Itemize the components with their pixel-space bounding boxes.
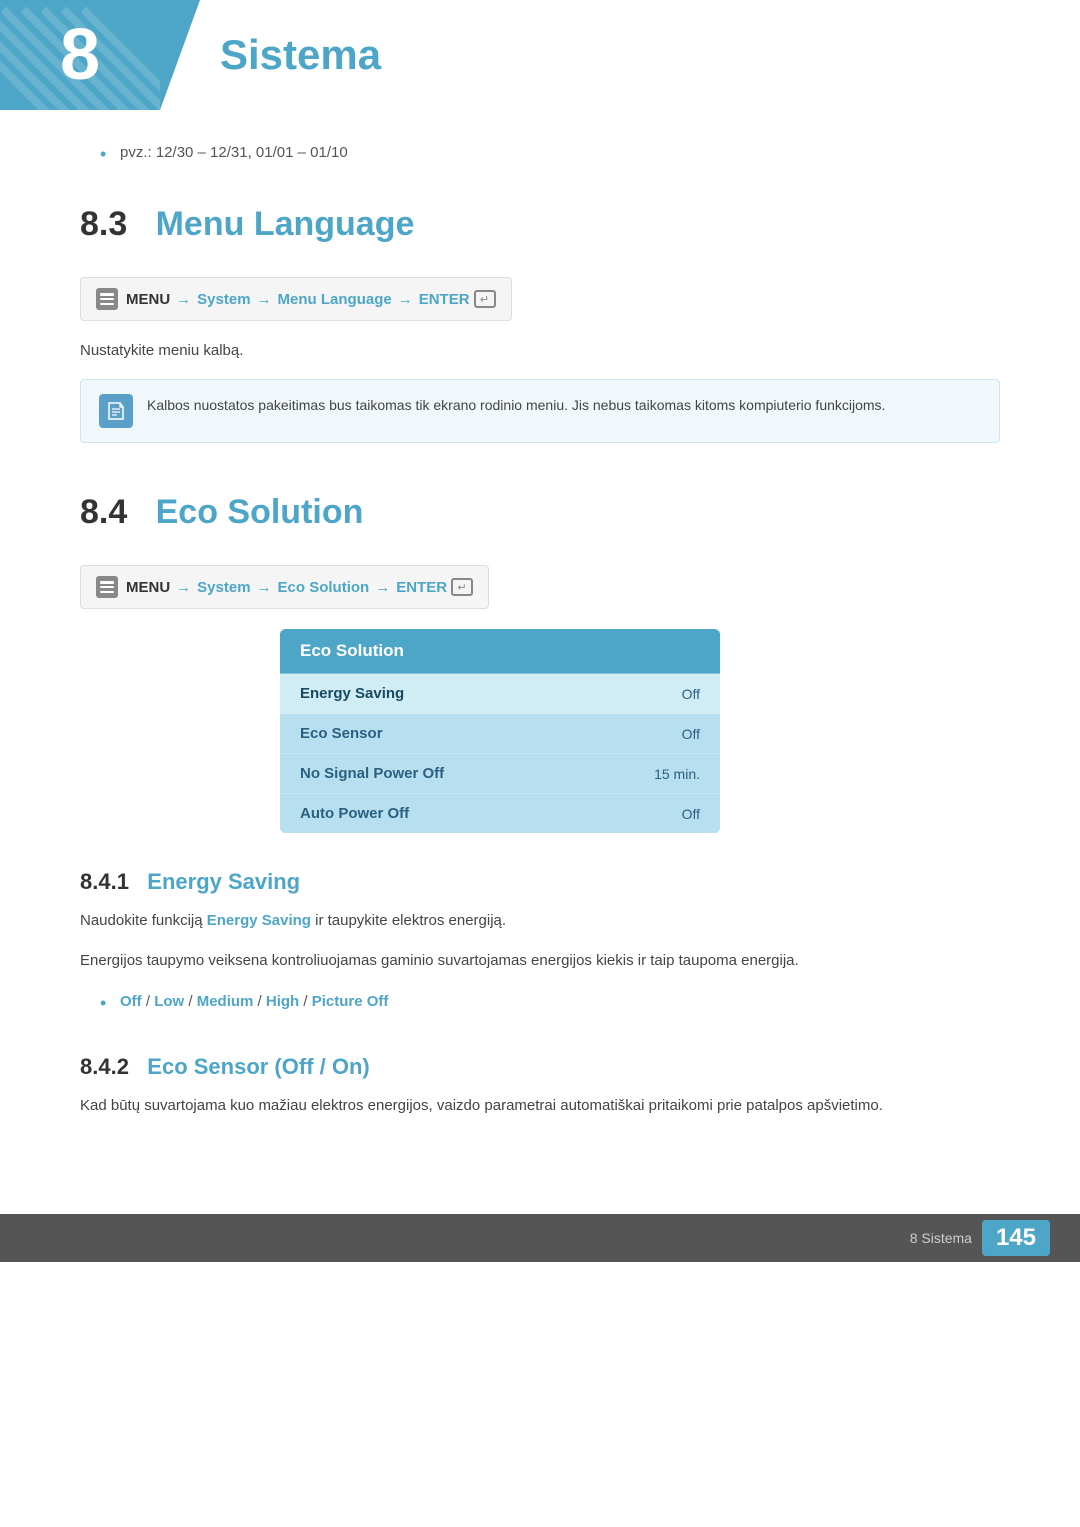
- eco-menu-title: Eco Solution: [280, 629, 720, 674]
- separator-3: /: [258, 993, 266, 1010]
- high-option: High: [266, 993, 299, 1010]
- eco-item-value-1: Off: [682, 726, 700, 742]
- enter-icon-83: ↵: [474, 290, 496, 308]
- subsection-841-body1: Naudokite funkciją Energy Saving ir taup…: [80, 909, 1000, 933]
- eco-item-label-2: No Signal Power Off: [300, 765, 444, 782]
- note-icon-83: [99, 394, 133, 428]
- eco-menu-item-eco-sensor[interactable]: Eco Sensor Off: [280, 714, 720, 754]
- eco-item-value-3: Off: [682, 806, 700, 822]
- eco-menu-box: Eco Solution Energy Saving Off Eco Senso…: [280, 629, 720, 833]
- note-box-83: Kalbos nuostatos pakeitimas bus taikomas…: [80, 379, 1000, 443]
- section-83-header: 8.3 Menu Language: [80, 205, 1000, 252]
- breadcrumb-enter-label-84: ENTER: [396, 579, 447, 596]
- page-wrapper: 8 Sistema pvz.: 12/30 – 12/31, 01/01 – 0…: [0, 0, 1080, 1527]
- eco-menu-item-no-signal[interactable]: No Signal Power Off 15 min.: [280, 754, 720, 794]
- breadcrumb-system-84: System: [197, 579, 250, 596]
- breadcrumb-enter-label-83: ENTER: [419, 291, 470, 308]
- intro-bullet-item: pvz.: 12/30 – 12/31, 01/01 – 01/10: [100, 140, 1000, 165]
- separator-4: /: [303, 993, 311, 1010]
- subsection-841-title: Energy Saving: [147, 869, 300, 894]
- section-83-number: 8.3: [80, 205, 127, 243]
- subsection-842-number: 8.4.2: [80, 1054, 129, 1079]
- low-option: Low: [154, 993, 184, 1010]
- enter-icon-84: ↵: [451, 578, 473, 596]
- footer-page-number: 145: [982, 1220, 1050, 1256]
- section-84-number: 8.4: [80, 493, 127, 531]
- chapter-title: Sistema: [220, 31, 381, 79]
- breadcrumb-arrow1-83: →: [176, 291, 191, 308]
- section-84-title: Eco Solution: [156, 493, 364, 531]
- separator-1: /: [146, 993, 154, 1010]
- page-header: 8 Sistema: [0, 0, 1080, 110]
- subsection-842-body: Kad būtų suvartojama kuo mažiau elektros…: [80, 1094, 1000, 1118]
- subsection-841-number: 8.4.1: [80, 869, 129, 894]
- subsection-842-header: 8.4.2 Eco Sensor (Off / On): [80, 1054, 1000, 1080]
- eco-item-value-0: Off: [682, 686, 700, 702]
- breadcrumb-item-83: Menu Language: [278, 291, 392, 308]
- main-content: pvz.: 12/30 – 12/31, 01/01 – 01/10 8.3 M…: [0, 110, 1080, 1214]
- eco-item-value-2: 15 min.: [654, 766, 700, 782]
- picture-off-option: Picture Off: [312, 993, 389, 1010]
- intro-list: pvz.: 12/30 – 12/31, 01/01 – 01/10: [100, 140, 1000, 165]
- breadcrumb-menu-83: MENU: [126, 291, 170, 308]
- breadcrumb-system-83: System: [197, 291, 250, 308]
- subsection-841-list: Off / Low / Medium / High / Picture Off: [100, 989, 1000, 1014]
- breadcrumb-arrow1-84: →: [176, 579, 191, 596]
- subsection-841-header: 8.4.1 Energy Saving: [80, 869, 1000, 895]
- subsection-841-body2: Energijos taupymo veiksena kontroliuojam…: [80, 949, 1000, 973]
- breadcrumb-item-84: Eco Solution: [278, 579, 370, 596]
- breadcrumb-arrow3-84: →: [375, 579, 390, 596]
- medium-option: Medium: [197, 993, 254, 1010]
- eco-item-label-0: Energy Saving: [300, 685, 404, 702]
- energy-saving-highlight: Energy Saving: [207, 912, 311, 929]
- section-84-header: 8.4 Eco Solution: [80, 493, 1000, 540]
- off-option: Off: [120, 993, 142, 1010]
- note-text-83: Kalbos nuostatos pakeitimas bus taikomas…: [147, 394, 885, 416]
- menu-icon-83: [96, 288, 118, 310]
- breadcrumb-arrow2-83: →: [257, 291, 272, 308]
- subsection-842-title: Eco Sensor (Off / On): [147, 1054, 369, 1079]
- subsection-841-bullet: Off / Low / Medium / High / Picture Off: [100, 989, 1000, 1014]
- nav-breadcrumb-83: MENU → System → Menu Language → ENTER ↵: [80, 277, 512, 321]
- nav-breadcrumb-84: MENU → System → Eco Solution → ENTER ↵: [80, 565, 489, 609]
- chapter-number: 8: [60, 14, 100, 96]
- section-83-title: Menu Language: [156, 205, 415, 243]
- footer-section-label: 8 Sistema: [910, 1230, 972, 1246]
- separator-2: /: [188, 993, 196, 1010]
- section-83-body: Nustatykite meniu kalbą.: [80, 339, 1000, 363]
- menu-icon-84: [96, 576, 118, 598]
- page-footer: 8 Sistema 145: [0, 1214, 1080, 1262]
- breadcrumb-arrow2-84: →: [257, 579, 272, 596]
- eco-menu-item-energy-saving[interactable]: Energy Saving Off: [280, 674, 720, 714]
- breadcrumb-menu-84: MENU: [126, 579, 170, 596]
- breadcrumb-arrow3-83: →: [398, 291, 413, 308]
- eco-item-label-1: Eco Sensor: [300, 725, 383, 742]
- eco-menu-item-auto-power[interactable]: Auto Power Off Off: [280, 794, 720, 833]
- eco-item-label-3: Auto Power Off: [300, 805, 409, 822]
- header-blue-block: 8: [0, 0, 160, 110]
